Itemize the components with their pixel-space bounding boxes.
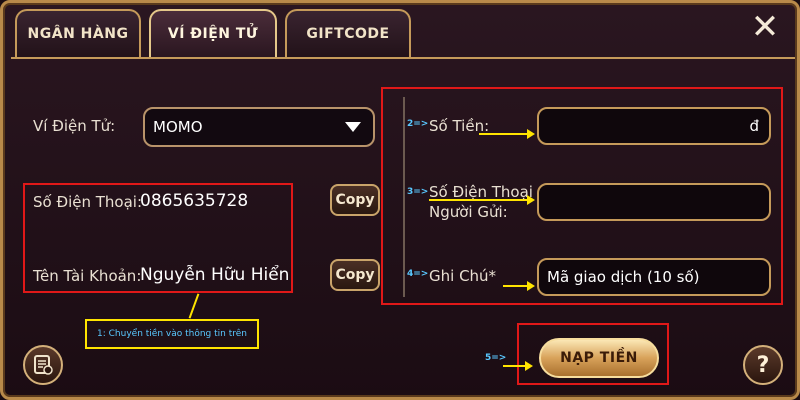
step-1-note: 1: Chuyển tiền vào thông tin trên bbox=[85, 319, 259, 349]
history-icon bbox=[34, 355, 53, 375]
close-icon[interactable]: ✕ bbox=[745, 7, 785, 47]
deposit-button[interactable]: NẠP TIỀN bbox=[539, 338, 659, 378]
wallet-select[interactable]: MOMO bbox=[143, 107, 375, 147]
amount-input[interactable]: đ bbox=[537, 107, 771, 145]
note-input-value: Mã giao dịch (10 số) bbox=[547, 268, 700, 286]
note-input[interactable]: Mã giao dịch (10 số) bbox=[537, 258, 771, 296]
account-name-value: Nguyễn Hữu Hiển bbox=[140, 265, 290, 285]
phone-label: Số Điện Thoại: bbox=[33, 193, 143, 211]
tab-bank[interactable]: NGÂN HÀNG bbox=[15, 9, 141, 57]
wallet-label: Ví Điện Tử: bbox=[33, 117, 116, 135]
account-name-label: Tên Tài Khoản: bbox=[33, 267, 142, 285]
chevron-down-icon bbox=[345, 122, 361, 132]
currency-suffix: đ bbox=[749, 117, 759, 135]
history-button[interactable] bbox=[23, 345, 63, 385]
tab-e-wallet[interactable]: VÍ ĐIỆN TỬ bbox=[149, 9, 277, 57]
step-2-label: 2=> bbox=[407, 119, 429, 129]
copy-name-button[interactable]: Copy bbox=[330, 259, 380, 291]
step-5-label: 5=> bbox=[485, 353, 507, 363]
deposit-dialog: NGÂN HÀNG VÍ ĐIỆN TỬ GIFTCODE ✕ Ví Điện … bbox=[0, 0, 800, 400]
step-5-arrow bbox=[503, 361, 533, 371]
step-3-arrow bbox=[429, 195, 535, 205]
help-button[interactable]: ? bbox=[743, 345, 783, 385]
copy-phone-button[interactable]: Copy bbox=[330, 184, 380, 216]
form-divider bbox=[403, 97, 405, 297]
tab-giftcode[interactable]: GIFTCODE bbox=[285, 9, 411, 57]
step-3-label: 3=> bbox=[407, 187, 429, 197]
sender-phone-input[interactable] bbox=[537, 183, 771, 221]
phone-value: 0865635728 bbox=[140, 191, 249, 211]
sender-phone-label-line2: Người Gửi: bbox=[429, 203, 508, 221]
wallet-selected-value: MOMO bbox=[153, 118, 203, 136]
step-2-arrow bbox=[479, 129, 535, 139]
note-label: Ghi Chú* bbox=[429, 267, 497, 285]
step-4-label: 4=> bbox=[407, 269, 429, 279]
step-4-arrow bbox=[503, 281, 535, 291]
